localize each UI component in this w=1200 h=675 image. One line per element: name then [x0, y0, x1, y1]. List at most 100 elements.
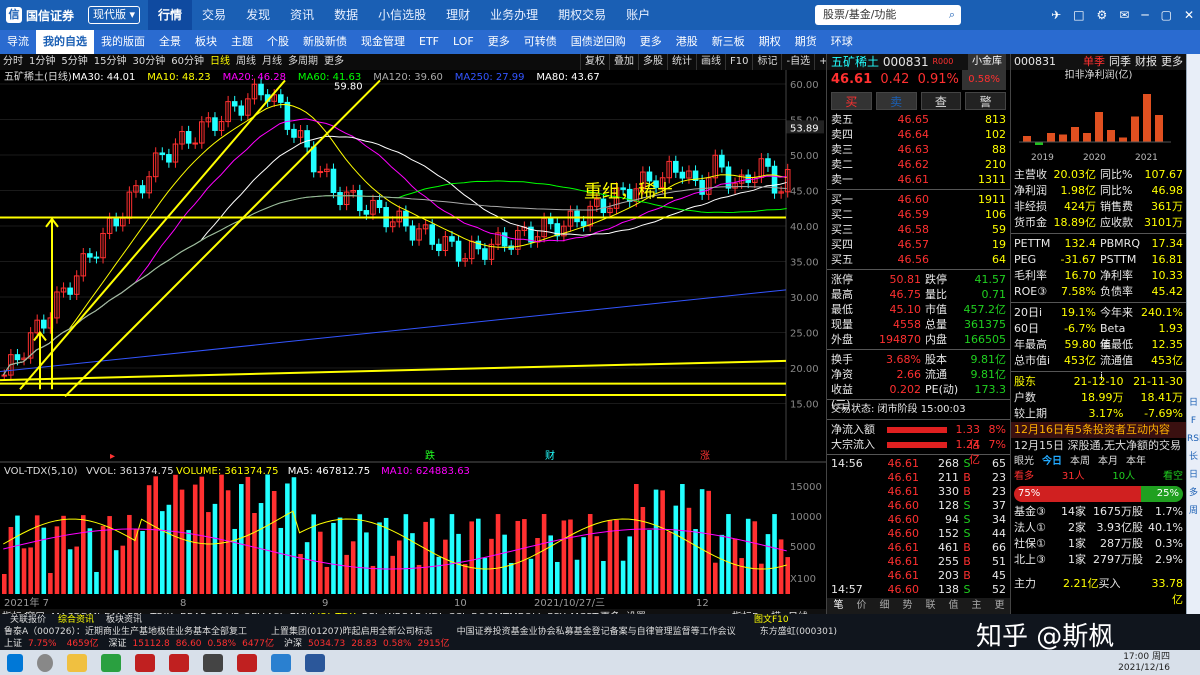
period-tab-6[interactable]: 日线	[207, 54, 233, 70]
status-tab-0[interactable]: 关联报价	[4, 614, 52, 626]
chart-tool-4[interactable]: 画线	[696, 54, 725, 70]
bid-row-4[interactable]: 买五 46.56 64	[827, 252, 1010, 267]
menu-4[interactable]: 数据	[324, 0, 368, 30]
menu-6[interactable]: 理财	[436, 0, 480, 30]
toolbar-item-3[interactable]: 全景	[152, 30, 188, 54]
tick-row-0[interactable]: 14:56 46.61 268 S 65	[827, 457, 1010, 471]
period-tab-5[interactable]: 60分钟	[168, 54, 207, 70]
period-tab-4[interactable]: 30分钟	[129, 54, 168, 70]
bid-row-1[interactable]: 买二 46.59 106	[827, 207, 1010, 222]
badge[interactable]: 小金库	[968, 54, 1006, 70]
tick-row-7[interactable]: 46.61 255 B 51	[827, 555, 1010, 569]
news-item-2[interactable]: 12月15日 深股通,无大净额的交易	[1011, 438, 1186, 454]
window-control-icon-0[interactable]: ✈	[1051, 0, 1061, 30]
menu-9[interactable]: 账户	[616, 0, 660, 30]
ask-row-0[interactable]: 卖五 46.65 813	[827, 112, 1010, 127]
word-icon[interactable]	[305, 653, 325, 672]
period-tab-10[interactable]: 更多	[321, 54, 347, 70]
toolbar-item-15[interactable]: 港股	[669, 30, 705, 54]
detail-tab-5[interactable]: 值	[942, 598, 965, 614]
menu-0[interactable]: 行情	[148, 0, 193, 30]
chart-tool-1[interactable]: 叠加	[609, 54, 638, 70]
detail-tab-6[interactable]: 主	[965, 598, 988, 614]
window-control-icon-1[interactable]: □	[1073, 0, 1084, 30]
app-icon-4[interactable]	[237, 653, 257, 672]
right-nav-item-0[interactable]: 日	[1187, 394, 1200, 412]
tick-row-8[interactable]: 46.61 203 B 45	[827, 569, 1010, 583]
chart-tool-5[interactable]: F10	[725, 54, 752, 70]
ticker-item-2[interactable]: 中国证券投资基金业协会私募基金登记备案与自律管理监督等工作会议	[457, 626, 736, 638]
detail-tab-3[interactable]: 势	[896, 598, 919, 614]
toolbar-item-6[interactable]: 个股	[260, 30, 296, 54]
right-nav-item-2[interactable]: RSI	[1187, 430, 1200, 448]
app-icon-2[interactable]	[169, 653, 189, 672]
tick-row-2[interactable]: 46.61 330 B 23	[827, 485, 1010, 499]
finance-tab-3[interactable]: 更多	[1161, 54, 1183, 70]
browser-icon[interactable]	[271, 653, 291, 672]
trade-button-0[interactable]: 买	[831, 92, 872, 110]
toolbar-item-11[interactable]: 更多	[481, 30, 517, 54]
period-tab-1[interactable]: 1分钟	[26, 54, 58, 70]
toolbar-item-7[interactable]: 新股新债	[296, 30, 354, 54]
sentiment-tab-2[interactable]: 本周	[1070, 454, 1090, 470]
ask-row-1[interactable]: 卖四 46.64 102	[827, 127, 1010, 142]
menu-2[interactable]: 发现	[236, 0, 280, 30]
window-control-icon-2[interactable]: ⚙	[1097, 0, 1108, 30]
toolbar-item-10[interactable]: LOF	[446, 30, 481, 54]
status-tab-2[interactable]: 板块资讯	[100, 614, 148, 626]
tick-row-9[interactable]: 14:57 46.60 138 S 52	[827, 583, 1010, 597]
ask-row-2[interactable]: 卖三 46.63 88	[827, 142, 1010, 157]
ticker-item-3[interactable]: 东方盛虹(000301)	[760, 626, 837, 638]
wechat-icon[interactable]	[101, 653, 121, 672]
tick-list[interactable]: 14:56 46.61 268 S 65 46.61 211 B 23 46.61 330 B 23 46…	[827, 457, 1010, 611]
tick-row-6[interactable]: 46.61 461 B 66	[827, 541, 1010, 555]
right-nav-item-1[interactable]: F	[1187, 412, 1200, 430]
trade-button-3[interactable]: 警	[965, 92, 1006, 110]
finance-tab-0[interactable]: 单季	[1083, 54, 1105, 70]
detail-tab-0[interactable]: 笔	[827, 598, 850, 614]
period-tab-2[interactable]: 5分钟	[58, 54, 90, 70]
right-nav-item-4[interactable]: 日	[1187, 466, 1200, 484]
tick-row-3[interactable]: 46.60 128 S 37	[827, 499, 1010, 513]
toolbar-item-17[interactable]: 期权	[752, 30, 788, 54]
ask-row-3[interactable]: 卖二 46.62 210	[827, 157, 1010, 172]
sentiment-tab-0[interactable]: 眼光	[1014, 454, 1034, 470]
ticker-item-1[interactable]: 上置集团(01207)昨起启用全新公司标志	[271, 626, 433, 638]
toolbar-item-5[interactable]: 主题	[224, 30, 260, 54]
menu-8[interactable]: 期权交易	[548, 0, 616, 30]
menu-7[interactable]: 业务办理	[480, 0, 548, 30]
finance-tab-1[interactable]: 同季	[1109, 54, 1131, 70]
sentiment-bar[interactable]: 75% 25%	[1014, 486, 1183, 502]
toolbar-item-1[interactable]: 我的自选	[36, 30, 94, 54]
toolbar-item-8[interactable]: 现金管理	[354, 30, 412, 54]
tick-row-5[interactable]: 46.60 152 S 44	[827, 527, 1010, 541]
toolbar-item-19[interactable]: 环球	[824, 30, 860, 54]
version-select[interactable]: 现代版 ▾	[88, 6, 141, 24]
windows-start-icon[interactable]	[7, 653, 23, 672]
clock[interactable]: 17:00 周四 2021/12/16	[1118, 652, 1200, 674]
toolbar-item-2[interactable]: 我的版面	[94, 30, 152, 54]
toolbar-item-14[interactable]: 更多	[633, 30, 669, 54]
period-tab-7[interactable]: 周线	[233, 54, 259, 70]
status-tab-1[interactable]: 综合资讯	[52, 614, 100, 626]
period-tab-3[interactable]: 15分钟	[91, 54, 130, 70]
chart-tool-3[interactable]: 统计	[667, 54, 696, 70]
finance-tab-2[interactable]: 财报	[1135, 54, 1157, 70]
detail-tab-2[interactable]: 细	[873, 598, 896, 614]
kline-chart[interactable]: 五矿稀土(日线) MA30: 44.01 MA10: 48.23 MA20: 46.2…	[0, 70, 826, 614]
sentiment-tab-4[interactable]: 本年	[1126, 454, 1146, 470]
right-nav-item-6[interactable]: 周	[1187, 502, 1200, 520]
period-tab-9[interactable]: 多周期	[285, 54, 321, 70]
ticker-item-0[interactable]: 鲁泰A（000726）：近期商业生产基地极佳业务基本全部复工	[4, 626, 247, 638]
bid-row-3[interactable]: 买四 46.57 19	[827, 237, 1010, 252]
period-tab-8[interactable]: 月线	[259, 54, 285, 70]
trade-button-1[interactable]: 卖	[875, 92, 917, 110]
f10-label[interactable]: 图文F10	[754, 614, 789, 626]
window-control-icon-4[interactable]: ─	[1141, 0, 1148, 30]
tick-row-1[interactable]: 46.61 211 B 23	[827, 471, 1010, 485]
toolbar-item-0[interactable]: 导流	[0, 30, 36, 54]
search-taskbar-icon[interactable]	[37, 653, 53, 672]
bid-row-2[interactable]: 买三 46.58 59	[827, 222, 1010, 237]
detail-tab-1[interactable]: 价	[850, 598, 873, 614]
sentiment-tab-3[interactable]: 本月	[1098, 454, 1118, 470]
